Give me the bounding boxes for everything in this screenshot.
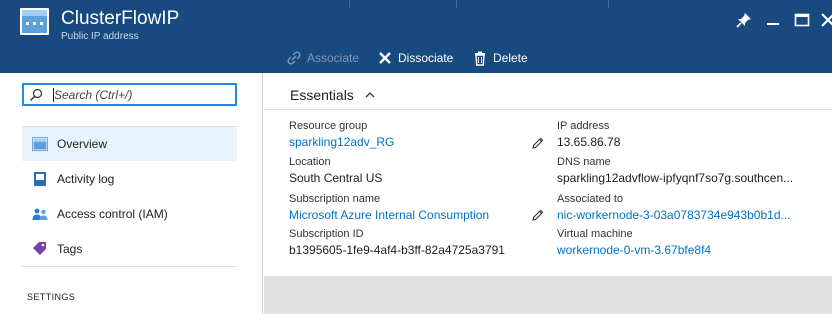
blade-subtitle: Public IP address [61,31,139,42]
essentials-divider [264,109,832,110]
essentials-title: Essentials [290,87,354,103]
menu-item-label: Access control (IAM) [57,207,168,221]
maximize-icon[interactable] [792,10,812,30]
subscription-name-link[interactable]: Microsoft Azure Internal Consumption [289,208,489,222]
access-control-icon [32,208,48,220]
search-icon [30,88,43,101]
header-divider [349,0,350,8]
menu-item-label: Overview [57,137,108,151]
menu-item-overview[interactable]: Overview [22,127,237,161]
minimize-icon[interactable] [763,10,783,30]
resource-menu: Overview Activity log Access control (IA… [0,73,263,314]
subscription-id-value: b1395605-1fe9-4af4-b3ff-82a4725a3791 [289,243,505,257]
menu-item-tags[interactable]: Tags [22,232,237,266]
menu-item-access-control[interactable]: Access control (IAM) [22,197,237,231]
dissociate-button[interactable]: Dissociate [377,48,453,68]
header-divider [456,0,457,8]
associated-to-label: Associated to [557,193,624,205]
public-ip-icon [20,8,49,35]
edit-subscription-icon[interactable] [531,208,545,222]
ip-address-value: 13.65.86.78 [557,135,621,149]
blade-title: ClusterFlowIP [61,8,180,29]
menu-divider [22,266,237,267]
search-input[interactable] [54,86,232,104]
dns-name-value: sparkling12advflow-ipfyqnf7so7g.southcen… [557,171,794,185]
header-divider [608,0,609,8]
resource-group-link[interactable]: sparkling12adv_RG [289,135,394,149]
tag-icon [33,242,46,255]
activity-log-icon [34,172,46,186]
menu-item-label: Tags [57,242,83,256]
dns-name-label: DNS name [557,156,611,168]
menu-item-label: Activity log [57,172,115,186]
virtual-machine-label: Virtual machine [557,228,633,240]
pin-icon[interactable] [734,10,754,30]
chevron-up-icon [365,92,375,98]
close-icon[interactable] [818,10,832,30]
virtual-machine-link[interactable]: workernode-0-vm-3.67bfe8f4 [557,243,711,257]
resource-group-label: Resource group [289,120,368,132]
associate-button[interactable]: Associate [286,48,359,68]
search-box[interactable] [22,83,237,106]
link-icon [287,51,301,65]
dissociate-label: Dissociate [398,51,454,65]
settings-section-heading: SETTINGS [27,292,76,302]
overview-icon [32,137,48,151]
trash-icon [475,51,485,66]
subscription-id-label: Subscription ID [289,228,364,240]
blade-header: ClusterFlowIP Public IP address Associat… [0,0,832,73]
content-area: Essentials Resource group sparkling12adv… [264,73,832,314]
subscription-name-label: Subscription name [289,193,381,205]
ip-address-label: IP address [557,120,610,132]
delete-button[interactable]: Delete [472,48,528,68]
location-value: South Central US [289,171,383,185]
essentials-panel: Essentials Resource group sparkling12adv… [264,73,832,276]
delete-label: Delete [493,51,528,65]
location-label: Location [289,156,331,168]
associated-to-link[interactable]: nic-workernode-3-03a0783734e943b0b1d... [557,208,829,222]
menu-item-activity-log[interactable]: Activity log [22,162,237,196]
associate-label: Associate [307,51,360,65]
essentials-toggle[interactable]: Essentials [290,87,376,103]
close-x-icon [379,52,391,64]
edit-resource-group-icon[interactable] [531,136,545,150]
